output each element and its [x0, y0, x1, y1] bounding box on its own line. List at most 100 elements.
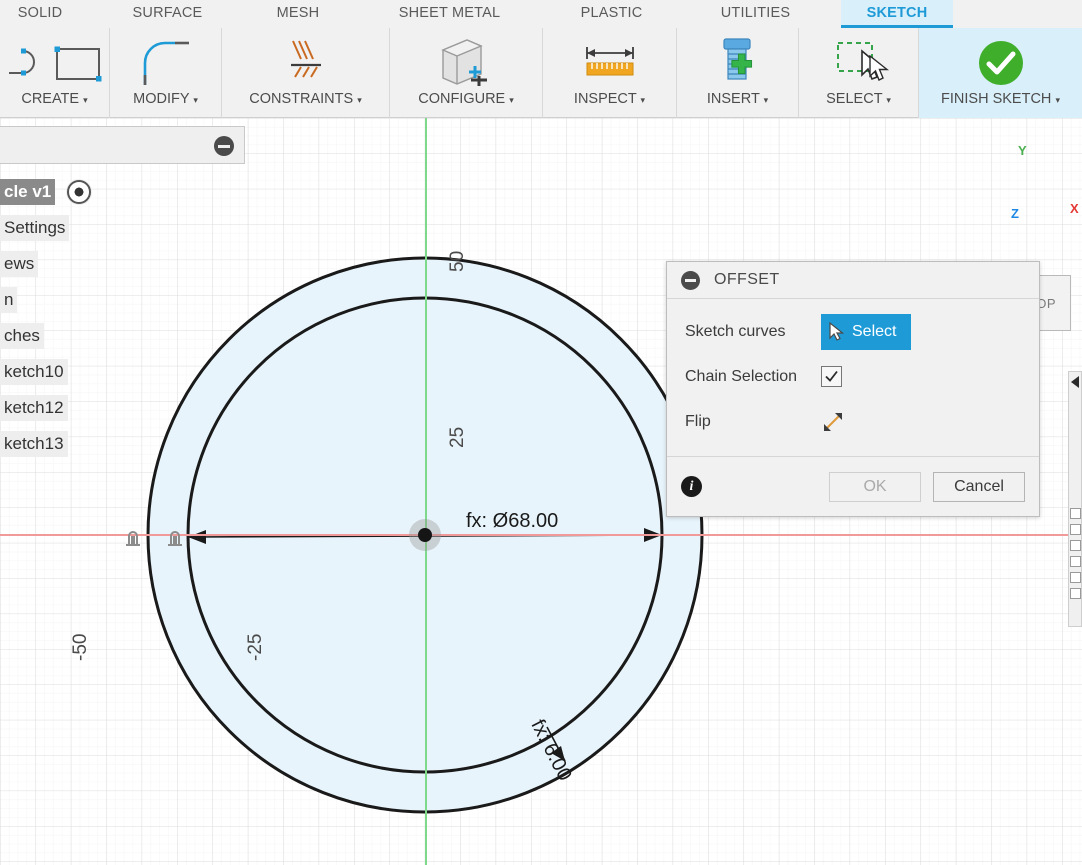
browser-tree-item-label: Settings	[0, 215, 70, 241]
ribbon-tab-plastic[interactable]: PLASTIC	[558, 0, 665, 28]
browser-tree-item[interactable]: ketch10	[0, 354, 110, 390]
chain-selection-checkbox[interactable]	[821, 366, 842, 387]
ribbon-panel-inspect[interactable]: INSPECT ▾	[543, 28, 677, 118]
flip-row: Flip	[667, 399, 1039, 444]
ground-constraint-icon[interactable]	[279, 34, 333, 92]
browser-tree-item-label: ketch10	[0, 359, 68, 385]
ribbon-panel-configure[interactable]: CONFIGURE ▾	[390, 28, 543, 118]
panel-icon[interactable]	[1070, 508, 1081, 519]
view-cube-axis-z: Z	[1011, 206, 1019, 221]
ribbon-tab-solid[interactable]: SOLID	[0, 0, 80, 28]
view-cube-axis-x: X	[1070, 201, 1079, 216]
dialog-button-group: OK Cancel	[829, 471, 1025, 502]
view-cube-axis-y: Y	[1018, 143, 1027, 158]
flip-label: Flip	[685, 412, 711, 430]
dimension-label-diameter[interactable]: fx: Ø68.00	[466, 510, 558, 533]
panel-label-text: INSERT	[706, 91, 760, 107]
panel-label: CREATE ▾	[21, 92, 87, 109]
ribbon-tab-mesh[interactable]: MESH	[252, 0, 344, 28]
panel-label: SELECT ▾	[826, 92, 891, 109]
measure-ruler-icon[interactable]	[579, 34, 641, 92]
panel-label-text: CONSTRAINTS	[249, 91, 354, 107]
ribbon-panel-insert[interactable]: INSERT ▾	[677, 28, 799, 118]
panel-label-text: CREATE	[21, 91, 80, 107]
chevron-down-icon[interactable]: ▾	[357, 95, 362, 105]
chevron-down-icon[interactable]: ▾	[193, 95, 198, 105]
right-panel-icon-strip[interactable]	[1070, 508, 1081, 599]
cancel-button[interactable]: Cancel	[933, 471, 1025, 502]
panel-icon[interactable]	[1070, 556, 1081, 567]
browser-tree-item-label: ews	[0, 251, 39, 277]
ribbon-tab-strip: SOLID SURFACE MESH SHEET METAL PLASTIC UTILIT…	[0, 0, 1082, 28]
panel-label: INSERT ▾	[707, 92, 768, 109]
panel-label: MODIFY ▾	[133, 92, 198, 109]
chevron-down-icon[interactable]: ▾	[83, 95, 88, 105]
fillet-curve-icon[interactable]	[135, 34, 197, 92]
axis-tick-label: -25	[245, 633, 266, 661]
browser-tree-item[interactable]: cle v1	[0, 174, 110, 210]
chevron-down-icon[interactable]: ▾	[1055, 95, 1060, 105]
offset-dialog-footer: i OK Cancel	[667, 456, 1039, 516]
fix-constraint-icon-2[interactable]	[164, 527, 186, 549]
green-check-icon[interactable]	[975, 34, 1027, 92]
chevron-down-icon[interactable]: ▾	[509, 95, 514, 105]
browser-tree-item-label: ches	[0, 323, 44, 349]
ribbon-tab-sheet-metal[interactable]: SHEET METAL	[372, 0, 527, 28]
insert-bolt-plus-icon[interactable]	[710, 34, 766, 92]
sketch-origin-point[interactable]	[409, 519, 441, 551]
sketch-curves-select-button[interactable]: Select	[821, 313, 911, 350]
panel-icon[interactable]	[1070, 540, 1081, 551]
browser-tree-item[interactable]: ketch12	[0, 390, 110, 426]
panel-label-text: FINISH SKETCH	[941, 91, 1052, 107]
browser-tree-item[interactable]: ketch13	[0, 426, 110, 462]
sketch-curves-row: Sketch curves Select	[667, 309, 1039, 354]
chain-selection-label: Chain Selection	[685, 367, 798, 385]
offset-dialog[interactable]: OFFSET Sketch curves Select Chain Select…	[666, 261, 1040, 517]
panel-icon[interactable]	[1070, 572, 1081, 583]
browser-tree-item[interactable]: ews	[0, 246, 110, 282]
chevron-down-icon[interactable]: ▾	[764, 95, 769, 105]
create-arc-rectangle-icon[interactable]	[7, 34, 103, 92]
browser-tree-item[interactable]: n	[0, 282, 110, 318]
browser-tree-item[interactable]: Settings	[0, 210, 110, 246]
browser-toolbar[interactable]	[0, 126, 245, 164]
offset-dialog-titlebar[interactable]: OFFSET	[667, 262, 1039, 299]
panel-label: CONFIGURE ▾	[418, 92, 514, 109]
visibility-eye-icon[interactable]	[66, 179, 92, 205]
panel-label: FINISH SKETCH ▾	[941, 92, 1060, 109]
axis-tick-label: 25	[447, 426, 468, 448]
panel-icon[interactable]	[1070, 588, 1081, 599]
offset-dialog-title: OFFSET	[714, 271, 780, 288]
chevron-down-icon[interactable]: ▾	[641, 95, 646, 105]
browser-tree-item[interactable]: ches	[0, 318, 110, 354]
ok-button[interactable]: OK	[829, 471, 921, 502]
panel-collapse-arrow-icon[interactable]	[1071, 376, 1079, 388]
info-icon[interactable]: i	[681, 476, 702, 497]
chevron-down-icon[interactable]: ▾	[886, 95, 891, 105]
panel-label-text: MODIFY	[133, 91, 190, 107]
ribbon-tab-surface[interactable]: SURFACE	[110, 0, 225, 28]
ribbon-tab-sketch[interactable]: SKETCH	[841, 0, 953, 28]
ribbon-panel-modify[interactable]: MODIFY ▾	[110, 28, 222, 118]
cursor-arrow-icon	[829, 322, 845, 341]
browser-collapse-icon[interactable]	[214, 136, 234, 156]
select-button-label: Select	[852, 322, 897, 340]
ribbon-panels: CREATE ▾ MODIFY ▾ CONSTRAINTS ▾ CONFIGUR…	[0, 28, 1082, 118]
ribbon-panel-constraints[interactable]: CONSTRAINTS ▾	[222, 28, 390, 118]
sketch-curves-label: Sketch curves	[685, 322, 786, 340]
flip-direction-icon[interactable]	[821, 410, 845, 434]
panel-icon[interactable]	[1070, 524, 1081, 535]
ribbon-tab-utilities[interactable]: UTILITIES	[698, 0, 813, 28]
checkmark-icon	[825, 370, 838, 382]
ribbon-panel-finish-sketch[interactable]: FINISH SKETCH ▾	[919, 28, 1082, 118]
browser-tree-item-label: n	[0, 287, 18, 313]
ribbon-panel-select[interactable]: SELECT ▾	[799, 28, 919, 118]
panel-label-text: SELECT	[826, 91, 883, 107]
chain-selection-row: Chain Selection	[667, 354, 1039, 399]
configure-box-icon[interactable]	[433, 34, 499, 92]
fix-constraint-icon-1[interactable]	[122, 527, 144, 549]
dialog-collapse-icon[interactable]	[681, 270, 700, 290]
browser-tree[interactable]: cle v1 Settings ews n ches ketch10 ketch12 ketc…	[0, 174, 110, 462]
browser-tree-item-label: cle v1	[0, 179, 56, 205]
ribbon-panel-create[interactable]: CREATE ▾	[0, 28, 110, 118]
